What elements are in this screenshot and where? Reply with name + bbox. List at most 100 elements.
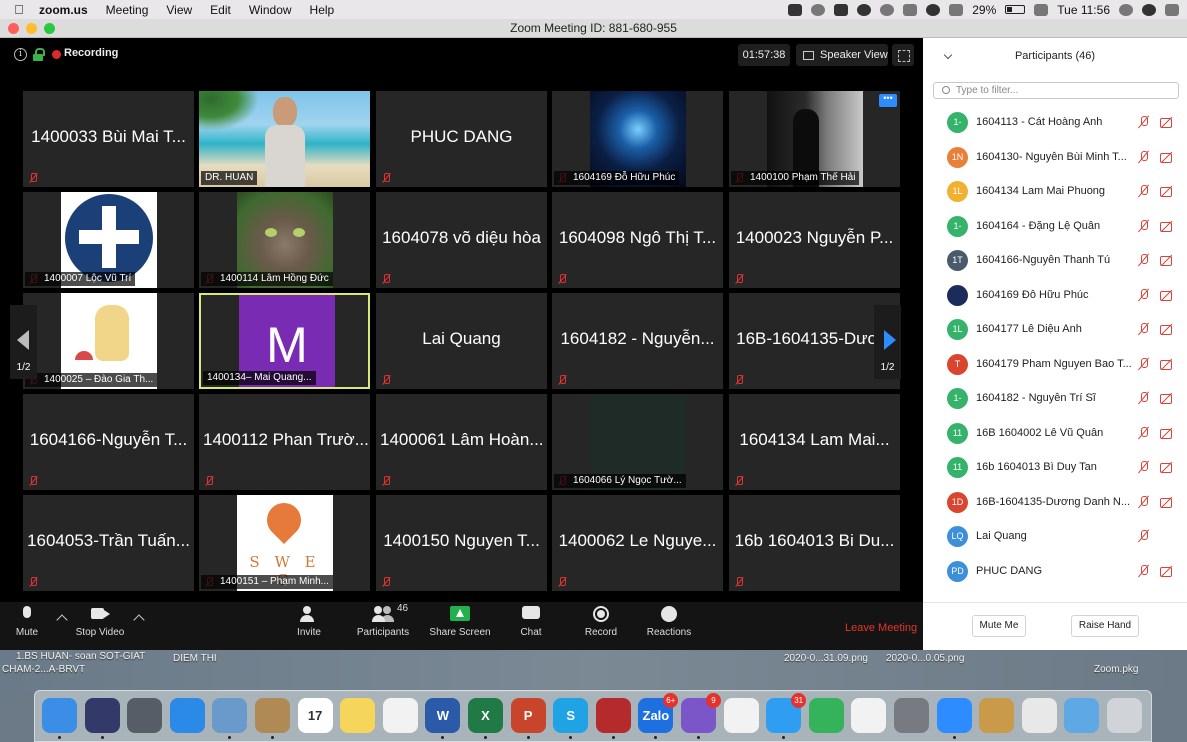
video-tile[interactable]: S W E C 1400151 – Phạm Minh... xyxy=(199,495,370,591)
video-tile[interactable]: 16b 1604013 Bi Du... xyxy=(729,495,900,591)
desktop-file-label[interactable]: Zoom.pkg xyxy=(1094,664,1138,675)
menu-app[interactable]: zoom.us xyxy=(39,3,88,17)
raise-hand-button[interactable]: Raise Hand xyxy=(1071,615,1139,637)
chat-button[interactable]: Chat xyxy=(516,606,546,638)
apple-icon[interactable]:  xyxy=(8,2,30,17)
participant-row[interactable]: 1D 16B-1604135-Dương Danh N... xyxy=(923,486,1187,520)
desktop-file-label[interactable]: 2020-0...31.09.png xyxy=(784,653,868,664)
wifi-icon[interactable] xyxy=(926,3,941,16)
previous-page-button[interactable]: 1/2 xyxy=(10,305,37,379)
menu-edit[interactable]: Edit xyxy=(210,3,231,17)
battery-icon[interactable] xyxy=(1005,5,1026,14)
siri-icon[interactable] xyxy=(84,698,120,733)
desktop-file-label[interactable]: CHAM-2...A-BRVT xyxy=(2,664,85,675)
trash-icon[interactable] xyxy=(1107,698,1142,733)
menu-meeting[interactable]: Meeting xyxy=(106,3,149,17)
dropbox-icon[interactable] xyxy=(834,3,849,16)
lock-icon[interactable] xyxy=(33,48,45,61)
video-tile[interactable]: PHUC DANG xyxy=(376,91,547,187)
desktop-file-label[interactable]: 1.BS HUAN- soan SOT-GIAT xyxy=(16,651,145,662)
leave-meeting-button[interactable]: Leave Meeting xyxy=(845,622,917,634)
participant-row[interactable]: 1604169 Đỗ Hữu Phúc xyxy=(923,279,1187,313)
calendar-icon[interactable]: 17 xyxy=(297,698,333,733)
fullscreen-button[interactable] xyxy=(892,44,914,66)
video-tile[interactable]: 1400007 Lộc Vũ Trí xyxy=(23,192,194,288)
video-tile[interactable]: 1604166-Nguyễn T... xyxy=(23,394,194,490)
launchpad-icon[interactable] xyxy=(127,698,163,733)
camera-status-icon[interactable] xyxy=(788,3,803,16)
video-tile[interactable]: 1400114 Lâm Hồng Đức xyxy=(199,192,370,288)
system-preferences-icon[interactable] xyxy=(894,698,929,733)
participant-row[interactable]: 1T 1604166-Nguyễn Thanh Tú xyxy=(923,244,1187,278)
close-window-button[interactable] xyxy=(8,23,19,34)
facetime-icon[interactable] xyxy=(808,698,844,733)
share-screen-button[interactable]: Share Screen xyxy=(428,606,492,638)
participant-row[interactable]: 1- 1604182 - Nguyễn Trí Sĩ xyxy=(923,382,1187,416)
viber-icon[interactable]: 9 xyxy=(681,693,721,733)
printer-icon[interactable] xyxy=(1021,698,1057,733)
participant-row[interactable]: 1- 1604164 - Đặng Lệ Quân xyxy=(923,210,1187,244)
menu-help[interactable]: Help xyxy=(310,3,335,17)
participant-filter-input[interactable]: Type to filter... xyxy=(933,82,1179,99)
safari-icon[interactable] xyxy=(169,698,205,733)
video-tile[interactable]: 1400023 Nguyễn P... xyxy=(729,192,900,288)
photos-icon[interactable] xyxy=(723,698,759,733)
participant-row[interactable]: 11 16b 1604013 Bì Duy Tan xyxy=(923,451,1187,485)
finder-icon[interactable] xyxy=(42,698,77,733)
video-tile[interactable]: 1400061 Lâm Hoàn... xyxy=(376,394,547,490)
video-tile[interactable]: 1400062 Le Nguye... xyxy=(552,495,723,591)
video-tile[interactable]: 1604169 Đỗ Hữu Phúc xyxy=(552,91,723,187)
participant-row[interactable]: PD PHUC DANG xyxy=(923,555,1187,589)
desktop-file-label[interactable]: 2020-0...0.05.png xyxy=(886,653,964,664)
messenger-icon[interactable]: 31 xyxy=(766,693,807,733)
video-tile[interactable]: 1604182 - Nguyễn... xyxy=(552,293,723,389)
video-tile[interactable]: 1604066 Lý Ngọc Tườ... xyxy=(552,394,723,490)
stop-video-button[interactable]: Stop Video xyxy=(72,606,128,638)
next-page-button[interactable]: 1/2 xyxy=(874,305,901,379)
participant-row[interactable]: 11 16B 1604002 Lê Vũ Quân xyxy=(923,417,1187,451)
archive-icon[interactable] xyxy=(979,698,1015,733)
music-icon[interactable] xyxy=(851,698,887,733)
video-tile[interactable]: 1604134 Lam Mai... xyxy=(729,394,900,490)
video-tile[interactable]: DR. HUAN xyxy=(199,91,370,187)
zoom-window-button[interactable] xyxy=(44,23,55,34)
mute-me-button[interactable]: Mute Me xyxy=(972,615,1026,637)
cloud-icon[interactable] xyxy=(811,3,826,16)
audio-options-caret-icon[interactable] xyxy=(56,614,68,626)
spotlight-icon[interactable] xyxy=(1119,3,1133,16)
video-tile[interactable]: 1400033 Bùi Mai T... xyxy=(23,91,194,187)
video-tile[interactable]: 1400112 Phan Trườ... xyxy=(199,394,370,490)
mute-button[interactable]: Mute xyxy=(10,606,44,638)
participant-row[interactable]: 1- 1604113 - Cát Hoàng Anh xyxy=(923,106,1187,140)
video-tile[interactable]: Lai Quang xyxy=(376,293,547,389)
zalo-icon[interactable]: Zalo 6+ xyxy=(638,693,679,733)
video-tile[interactable]: 1604053-Trần Tuấn... xyxy=(23,495,194,591)
notification-center-icon[interactable] xyxy=(1165,3,1179,16)
vpn-icon[interactable] xyxy=(880,3,895,16)
participant-row[interactable]: 1N 1604130- Nguyễn Bùi Minh T... xyxy=(923,141,1187,175)
speaker-view-button[interactable]: Speaker View xyxy=(796,44,888,66)
menu-view[interactable]: View xyxy=(166,3,192,17)
word-icon[interactable]: W xyxy=(425,698,461,733)
participant-row[interactable]: LQ Lai Quang xyxy=(923,520,1187,554)
video-tile[interactable]: 1400150 Nguyen T... xyxy=(376,495,547,591)
powerpoint-icon[interactable]: P xyxy=(510,698,546,733)
reactions-button[interactable]: Reactions xyxy=(645,606,693,638)
volume-icon[interactable] xyxy=(949,3,964,16)
record-button[interactable]: Record xyxy=(582,606,620,638)
minimize-window-button[interactable] xyxy=(26,23,37,34)
invite-button[interactable]: Invite xyxy=(292,606,326,638)
chevron-down-icon[interactable] xyxy=(943,50,953,60)
reminders-icon[interactable] xyxy=(382,698,418,733)
sync-icon[interactable] xyxy=(857,3,872,16)
video-tile[interactable]: ••• 1400100 Phạm Thế Hải xyxy=(729,91,900,187)
excel-icon[interactable]: X xyxy=(468,698,503,733)
desktop-file-label[interactable]: DIEM THI xyxy=(173,653,217,664)
video-tile[interactable]: 1400025 – Đào Gia Th... xyxy=(23,293,194,389)
video-tile[interactable]: 1604098 Ngô Thị T... xyxy=(552,192,723,288)
preview-icon[interactable] xyxy=(212,698,248,733)
clock[interactable]: Tue 11:56 xyxy=(1057,3,1110,17)
notes-icon[interactable] xyxy=(340,698,376,733)
more-options-button[interactable]: ••• xyxy=(879,94,897,107)
siri-status-icon[interactable] xyxy=(1142,3,1156,16)
